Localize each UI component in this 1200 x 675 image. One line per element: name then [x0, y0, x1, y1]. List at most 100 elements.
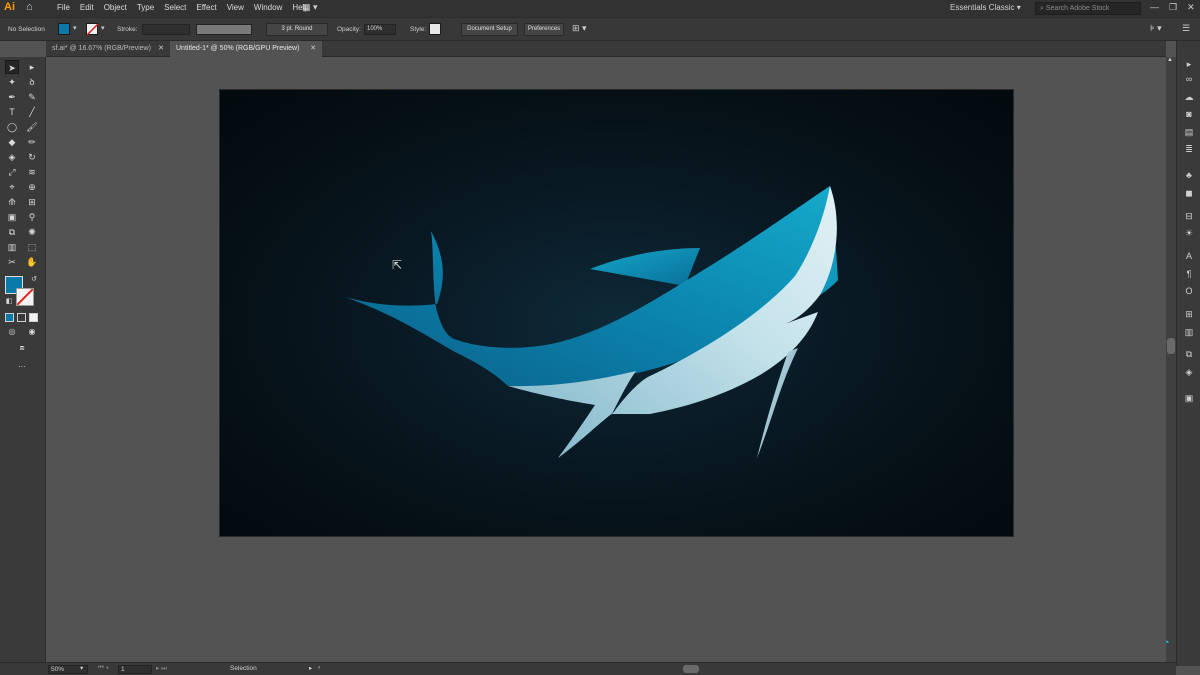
- symbols-icon[interactable]: ♣: [1182, 168, 1196, 182]
- eraser-icon[interactable]: ◈: [5, 150, 19, 164]
- screen-mode-icon[interactable]: ⧈: [15, 341, 29, 355]
- pen-icon[interactable]: ✒: [5, 90, 19, 104]
- eyedropper-icon[interactable]: ⚲: [25, 210, 39, 224]
- hand-icon[interactable]: ✋: [25, 255, 39, 269]
- preferences-button[interactable]: Preferences: [524, 23, 564, 36]
- status-menu-icon[interactable]: ▸: [309, 664, 312, 672]
- stroke-color-box[interactable]: [16, 288, 34, 306]
- gradient-icon[interactable]: ▣: [5, 210, 19, 224]
- opacity-field[interactable]: 100%: [364, 24, 396, 35]
- swatches-icon[interactable]: ▤: [1182, 125, 1196, 139]
- gradient-mode-icon[interactable]: [17, 313, 26, 322]
- direct-selection-icon[interactable]: ▸: [25, 60, 39, 74]
- variable-width-profile[interactable]: [196, 24, 252, 35]
- warp-icon[interactable]: ≋: [25, 165, 39, 179]
- appearance-icon[interactable]: ⊟: [1182, 209, 1196, 223]
- graph-icon[interactable]: ▥: [5, 240, 19, 254]
- artboards-panel-icon[interactable]: ▣: [1182, 391, 1196, 405]
- align-icon[interactable]: ⊧ ▾: [1150, 23, 1162, 34]
- stroke-weight-field[interactable]: [142, 24, 190, 35]
- graphic-style-swatch[interactable]: [429, 23, 441, 35]
- vertical-scrollbar[interactable]: ▲: [1166, 57, 1176, 662]
- default-colors-icon[interactable]: ◧: [2, 295, 16, 309]
- first-artboard-icon[interactable]: ⏮ ◂: [98, 664, 109, 672]
- transform-icon[interactable]: ⊞: [1182, 307, 1196, 321]
- draw-mode-icon[interactable]: ◎: [5, 325, 19, 339]
- paintbrush-icon[interactable]: 🖌: [25, 120, 39, 134]
- minimize-icon[interactable]: —: [1150, 2, 1159, 13]
- brushes-icon[interactable]: ≣: [1182, 142, 1196, 156]
- cc-libraries-icon[interactable]: ☁: [1182, 90, 1196, 104]
- menu-object[interactable]: Object: [99, 3, 132, 12]
- menu-view[interactable]: View: [222, 3, 249, 12]
- menu-window[interactable]: Window: [249, 3, 287, 12]
- menu-select[interactable]: Select: [159, 3, 191, 12]
- chevron-down-icon[interactable]: ▾: [73, 24, 77, 32]
- free-transform-icon[interactable]: ⌖: [5, 180, 19, 194]
- home-icon[interactable]: ⌂: [26, 1, 33, 13]
- chevron-down-icon[interactable]: ▾: [101, 24, 105, 32]
- next-artboard-icon[interactable]: ▸ ⏭: [156, 664, 167, 673]
- menu-type[interactable]: Type: [132, 3, 159, 12]
- artboard[interactable]: [220, 90, 1013, 536]
- color-mode-icon[interactable]: [5, 313, 14, 322]
- maximize-icon[interactable]: ❐: [1169, 2, 1177, 13]
- menu-file[interactable]: File: [52, 3, 75, 12]
- close-icon[interactable]: ✕: [310, 41, 316, 57]
- shape-builder-icon[interactable]: ⊕: [25, 180, 39, 194]
- draw-inside-icon[interactable]: ◉: [25, 325, 39, 339]
- align-panel-icon[interactable]: ▥: [1182, 325, 1196, 339]
- pencil-icon[interactable]: ✏: [25, 135, 39, 149]
- scroll-up-icon[interactable]: ▲: [1167, 57, 1173, 63]
- close-icon[interactable]: ✕: [158, 41, 164, 57]
- mesh-icon[interactable]: ⊞: [25, 195, 39, 209]
- scale-icon[interactable]: ⤢: [5, 165, 19, 179]
- pathfinder-icon[interactable]: ⧉: [1182, 347, 1196, 361]
- perspective-icon[interactable]: ⟰: [5, 195, 19, 209]
- rotate-icon[interactable]: ↻: [25, 150, 39, 164]
- arrange-documents-icon[interactable]: ▦ ▾: [302, 2, 318, 13]
- artboard-icon[interactable]: ⬚: [25, 240, 39, 254]
- ellipse-icon[interactable]: ◯: [5, 120, 19, 134]
- color-icon[interactable]: ◙: [1182, 107, 1196, 121]
- workspace-switcher[interactable]: Essentials Classic ▾: [950, 3, 1021, 12]
- chevron-down-icon[interactable]: ▾: [80, 664, 83, 672]
- scroll-thumb[interactable]: [1167, 338, 1175, 354]
- none-mode-icon[interactable]: [29, 313, 38, 322]
- brush-definition[interactable]: 3 pt. Round: [266, 23, 328, 36]
- curvature-icon[interactable]: ✎: [25, 90, 39, 104]
- lasso-icon[interactable]: ꝺ: [25, 75, 39, 89]
- paragraph-icon[interactable]: ¶: [1182, 267, 1196, 281]
- menu-edit[interactable]: Edit: [75, 3, 99, 12]
- character-icon[interactable]: A: [1182, 249, 1196, 263]
- menu-effect[interactable]: Effect: [191, 3, 221, 12]
- tab-sf[interactable]: sf.ai* @ 16.67% (RGB/Preview) ✕: [46, 41, 170, 57]
- layers-icon[interactable]: ◈: [1182, 365, 1196, 379]
- menu-icon[interactable]: ☰: [1182, 23, 1190, 34]
- blend-icon[interactable]: ⧉: [5, 225, 19, 239]
- slice-icon[interactable]: ✂: [5, 255, 19, 269]
- properties-icon[interactable]: ▸: [1182, 57, 1196, 71]
- stroke-panel-icon[interactable]: ☀: [1182, 226, 1196, 240]
- horizontal-scroll-thumb[interactable]: [683, 665, 699, 673]
- scroll-left-icon[interactable]: ‹: [318, 664, 320, 671]
- more-icon[interactable]: ···: [15, 360, 29, 374]
- search-stock-input[interactable]: ⌕ Search Adobe Stock: [1035, 2, 1141, 15]
- magic-wand-icon[interactable]: ✦: [5, 75, 19, 89]
- stroke-swatch[interactable]: [86, 23, 99, 36]
- opentype-icon[interactable]: O: [1182, 284, 1196, 298]
- type-icon[interactable]: T: [5, 105, 19, 119]
- shaper-icon[interactable]: ◆: [5, 135, 19, 149]
- links-icon[interactable]: ∞: [1182, 72, 1196, 86]
- tab-untitled-1[interactable]: Untitled-1* @ 50% (RGB/GPU Preview) ✕: [170, 41, 322, 57]
- graphic-styles-icon[interactable]: ◼: [1182, 186, 1196, 200]
- selection-icon[interactable]: ➤: [5, 60, 19, 74]
- close-icon[interactable]: ✕: [1187, 2, 1195, 13]
- swap-icon[interactable]: ↺: [27, 273, 41, 287]
- fill-swatch[interactable]: [58, 23, 70, 35]
- symbol-sprayer-icon[interactable]: ✺: [25, 225, 39, 239]
- document-setup-button[interactable]: Document Setup: [461, 23, 518, 36]
- artboard-navigator[interactable]: 1: [118, 665, 152, 674]
- arrange-icon[interactable]: ⊞ ▾: [572, 23, 587, 34]
- line-icon[interactable]: ╱: [25, 105, 39, 119]
